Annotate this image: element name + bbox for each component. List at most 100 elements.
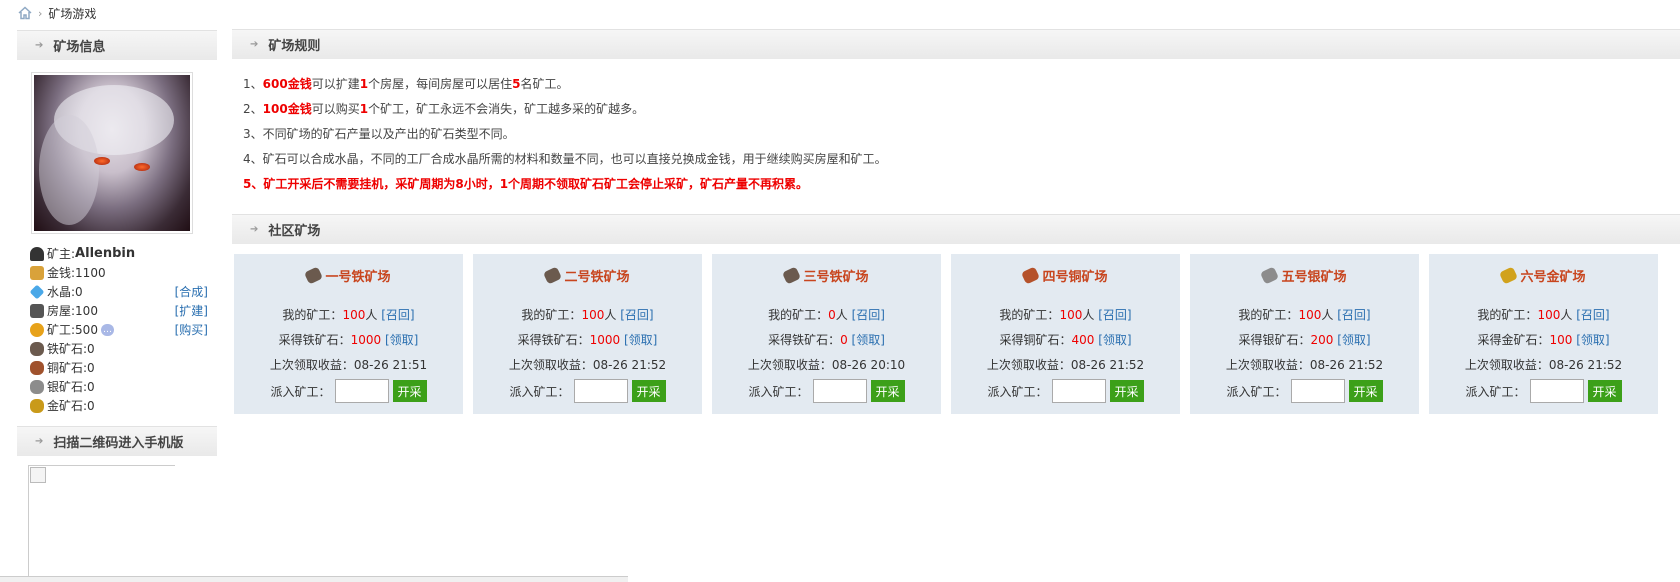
dispatch-label: 派入矿工： (270, 384, 331, 399)
stat-action-link[interactable]: [扩建] (175, 302, 208, 319)
recall-link[interactable]: [召回] (1098, 308, 1131, 322)
arrow-icon: ➔ (250, 39, 259, 50)
qr-panel-title: 扫描二维码进入手机版 (53, 436, 184, 451)
arrow-icon: ➔ (35, 40, 44, 51)
recall-link[interactable]: [召回] (1576, 308, 1609, 322)
dispatch-input[interactable] (812, 379, 867, 403)
chat-bubble-icon[interactable]: … (100, 323, 114, 336)
rule-2: 2、100金钱可以购买1个矿工，矿工永远不会消失，矿工越多采的矿越多。 (243, 102, 645, 116)
ore-icon (304, 266, 324, 285)
stat-row: 金钱: 1100 (30, 263, 208, 282)
stat-row: 金矿石: 0 (30, 396, 208, 415)
mines-panel-header: ➔ 社区矿场 (232, 214, 1680, 244)
stat-label: 铁矿石: (47, 342, 88, 356)
mine-name[interactable]: 四号铜矿场 (1042, 266, 1107, 285)
workers-count: 0 (828, 308, 836, 322)
house-icon (30, 303, 44, 318)
mine-title[interactable]: 四号铜矿场 (951, 266, 1180, 285)
recall-link[interactable]: [召回] (381, 308, 414, 322)
arrow-icon: ➔ (250, 224, 259, 235)
rule-4: 4、矿石可以合成水晶，不同的工厂合成水晶所需的材料和数量不同，也可以直接兑换成金… (243, 152, 887, 166)
mine-button[interactable]: 开采 (392, 380, 427, 402)
arrow-icon: ➔ (35, 436, 44, 447)
stat-action-link[interactable]: [合成] (175, 283, 208, 300)
stat-value: 0 (87, 360, 95, 375)
dispatch-row: 派入矿工： 开采 (473, 379, 702, 403)
qr-code-image (28, 465, 175, 582)
stat-label: 银矿石: (47, 380, 88, 394)
mine-name[interactable]: 五号银矿场 (1281, 266, 1346, 285)
mine-button[interactable]: 开采 (1109, 380, 1144, 402)
collect-link[interactable]: [领取] (624, 333, 657, 347)
workers-line: 我的矿工：100人 [召回] (282, 308, 415, 322)
dispatch-input[interactable] (1529, 379, 1584, 403)
stat-action-link[interactable]: [购买] (175, 321, 208, 338)
mine-name[interactable]: 三号铁矿场 (803, 266, 868, 285)
ore-line: 采得铁矿石：1000 [领取] (517, 333, 658, 347)
mine-title[interactable]: 五号银矿场 (1190, 266, 1419, 285)
stat-value: 500 (75, 322, 98, 337)
rule-3: 3、不同矿场的矿石产量以及产出的矿石类型不同。 (243, 127, 515, 141)
mine-button[interactable]: 开采 (631, 380, 666, 402)
recall-link[interactable]: [召回] (852, 308, 885, 322)
dispatch-label: 派入矿工： (748, 384, 809, 399)
dispatch-input[interactable] (1290, 379, 1345, 403)
ore-line: 采得铁矿石：1000 [领取] (278, 333, 419, 347)
workers-count: 100 (1059, 308, 1083, 322)
collect-link[interactable]: [领取] (852, 333, 885, 347)
mine-title[interactable]: 二号铁矿场 (473, 266, 702, 285)
ore-count: 400 (1071, 333, 1095, 347)
mine-name[interactable]: 六号金矿场 (1520, 266, 1585, 285)
copper-ore-icon (30, 360, 44, 375)
ore-count: 1000 (350, 333, 382, 347)
stat-label: 水晶: (47, 285, 76, 299)
recall-link[interactable]: [召回] (620, 308, 653, 322)
dispatch-row: 派入矿工： 开采 (712, 379, 941, 403)
mine-card: 六号金矿场 我的矿工：100人 [召回] 采得金矿石：100 [领取] 上次领取收益：… (1429, 254, 1658, 414)
rules-panel-header: ➔ 矿场规则 (232, 29, 1680, 59)
mine-button[interactable]: 开采 (1348, 380, 1383, 402)
mine-title[interactable]: 三号铁矿场 (712, 266, 941, 285)
ore-count: 1000 (589, 333, 621, 347)
user-icon (30, 246, 44, 261)
last-collect-time: 08-26 21:52 (592, 358, 667, 372)
last-collect-time: 08-26 21:52 (1070, 358, 1145, 372)
dispatch-input[interactable] (334, 379, 389, 403)
stat-label: 矿工: (47, 323, 76, 337)
mine-card: 一号铁矿场 我的矿工：100人 [召回] 采得铁矿石：1000 [领取] 上次领取收益… (234, 254, 463, 414)
stat-row: 水晶: 0 [合成] (29, 282, 208, 301)
stat-value: 0 (87, 341, 95, 356)
dispatch-input[interactable] (1051, 379, 1106, 403)
ore-icon (1021, 266, 1041, 285)
mine-title[interactable]: 一号铁矿场 (234, 266, 463, 285)
workers-line: 我的矿工：100人 [召回] (521, 308, 654, 322)
workers-count: 100 (1298, 308, 1322, 322)
collect-link[interactable]: [领取] (385, 333, 418, 347)
mine-button[interactable]: 开采 (870, 380, 905, 402)
info-panel-title: 矿场信息 (53, 40, 106, 55)
stat-value: 0 (87, 379, 95, 394)
avatar (31, 72, 193, 234)
mine-name[interactable]: 二号铁矿场 (564, 266, 629, 285)
gold-ore-icon (30, 398, 44, 413)
home-icon[interactable] (18, 6, 32, 20)
dispatch-row: 派入矿工： 开采 (1429, 379, 1658, 403)
horizontal-scrollbar[interactable] (0, 576, 628, 582)
mine-button[interactable]: 开采 (1587, 380, 1622, 402)
ore-icon (1499, 266, 1519, 285)
ore-count: 200 (1310, 333, 1334, 347)
ore-count: 100 (1549, 333, 1573, 347)
collect-link[interactable]: [领取] (1337, 333, 1370, 347)
stats-list: 矿主: Allenbin 金钱: 1100 水晶: 0 [合成] 房屋: 100 [扩建]… (29, 244, 208, 415)
recall-link[interactable]: [召回] (1337, 308, 1370, 322)
stat-label: 房屋: (47, 304, 76, 318)
collect-link[interactable]: [领取] (1098, 333, 1131, 347)
last-collect-line: 上次领取收益：08-26 21:52 (986, 358, 1145, 372)
mine-name[interactable]: 一号铁矿场 (325, 266, 390, 285)
workers-count: 100 (342, 308, 366, 322)
mine-title[interactable]: 六号金矿场 (1429, 266, 1658, 285)
mine-card: 二号铁矿场 我的矿工：100人 [召回] 采得铁矿石：1000 [领取] 上次领取收益… (473, 254, 702, 414)
collect-link[interactable]: [领取] (1576, 333, 1609, 347)
dispatch-input[interactable] (573, 379, 628, 403)
mines-panel-title: 社区矿场 (268, 224, 321, 239)
